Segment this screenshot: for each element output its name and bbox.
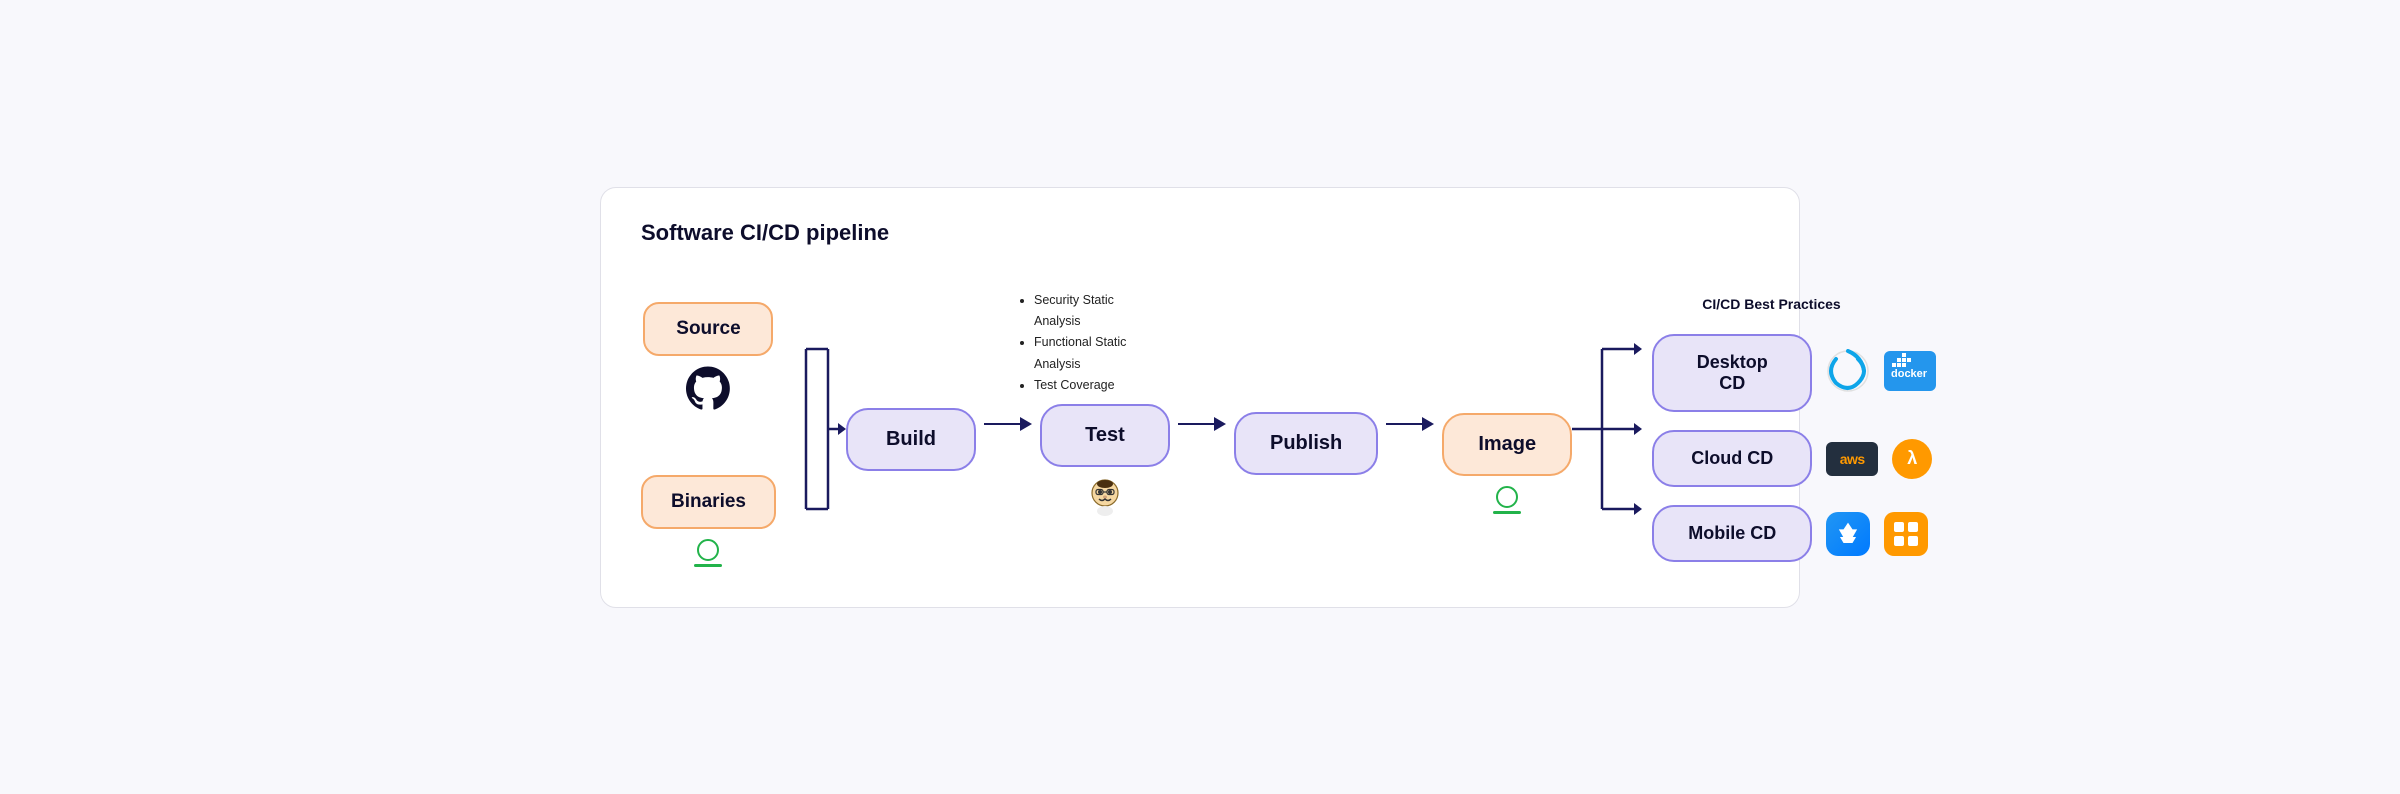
build-step: Build — [846, 348, 976, 511]
jenkins-icon — [1085, 477, 1125, 522]
best-practices-label: CI/CD Best Practices — [1702, 296, 1841, 314]
diagram-container: Software CI/CD pipeline Source Binaries — [600, 187, 1800, 608]
image-box: Image — [1442, 413, 1572, 476]
page-title: Software CI/CD pipeline — [641, 220, 1759, 246]
docker-logo: docker — [1884, 351, 1936, 396]
appstore-logo — [1826, 512, 1870, 556]
test-box: Test — [1040, 404, 1170, 467]
github-icon — [686, 366, 730, 415]
binaries-person-indicator — [694, 539, 722, 567]
lambda-logo: λ — [1892, 439, 1932, 479]
arrow-publish-image — [1386, 417, 1434, 431]
publish-box: Publish — [1234, 412, 1378, 475]
ci-logo — [1826, 349, 1870, 398]
cloud-cd-box: Cloud CD — [1652, 430, 1812, 487]
left-bracket-connector — [776, 319, 846, 539]
source-box: Source — [643, 302, 773, 356]
pipeline-wrapper: Source Binaries — [641, 282, 1759, 567]
desktop-cd-row: Desktop CD docker — [1652, 334, 1936, 412]
arrow-test-publish — [1178, 417, 1226, 431]
test-notes: Security Static Analysis Functional Stat… — [1020, 290, 1150, 396]
binaries-box: Binaries — [641, 475, 776, 529]
image-person-indicator — [1493, 486, 1521, 514]
cloud-cd-row: Cloud CD aws λ — [1652, 430, 1932, 487]
desktop-cd-box: Desktop CD — [1652, 334, 1812, 412]
test-step: Security Static Analysis Functional Stat… — [1040, 336, 1170, 522]
source-binaries-group: Source Binaries — [641, 302, 776, 567]
mobile-cd-row: Mobile CD — [1652, 505, 1928, 562]
image-step: Image — [1442, 345, 1572, 514]
build-box: Build — [846, 408, 976, 471]
publish-step: Publish — [1234, 344, 1378, 515]
mobile-cd-box: Mobile CD — [1652, 505, 1812, 562]
grid-logo — [1884, 512, 1928, 556]
arrow-build-test — [984, 417, 1032, 431]
aws-logo: aws — [1826, 442, 1878, 476]
cd-options: CI/CD Best Practices Desktop CD — [1652, 296, 1936, 562]
svg-text:docker: docker — [1891, 368, 1928, 380]
right-branch-connector — [1572, 319, 1652, 539]
